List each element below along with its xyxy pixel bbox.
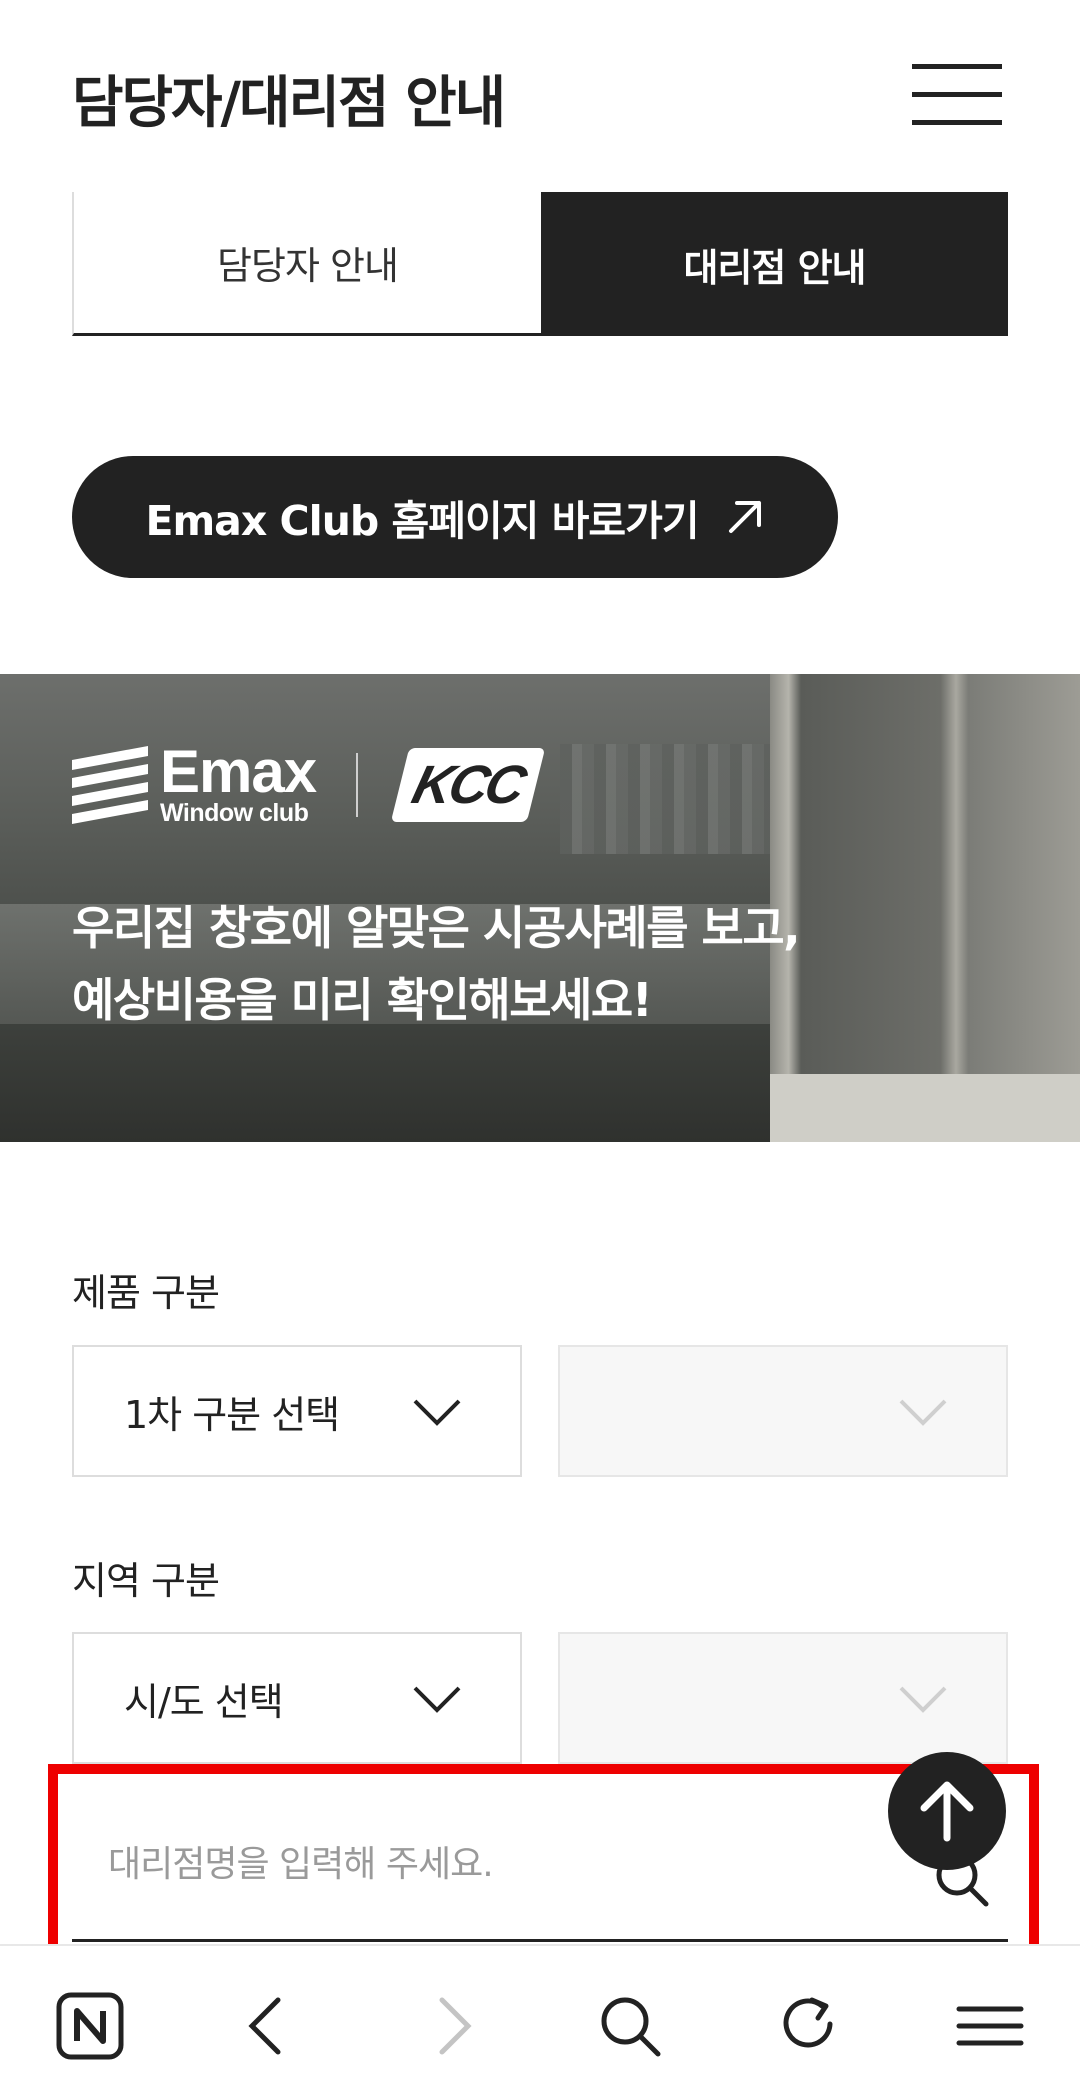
external-arrow-icon xyxy=(728,501,761,533)
emax-club-link-button[interactable]: Emax Club 홈페이지 바로가기 xyxy=(72,456,838,578)
product-filter-label: 제품 구분 xyxy=(72,1271,220,1315)
region-filter-label: 지역 구분 xyxy=(72,1559,220,1603)
window-frame-image xyxy=(770,674,1080,1142)
kcc-logo: KCC xyxy=(390,748,546,822)
brand-logos: Emax Window club KCC xyxy=(72,738,546,827)
chevron-down-icon xyxy=(899,1686,947,1713)
region-primary-select[interactable]: 시/도 선택 xyxy=(72,1632,522,1764)
arrow-up-icon xyxy=(920,1781,974,1842)
floor-image xyxy=(770,1074,1080,1142)
emax-logo-subtext: Window club xyxy=(160,799,309,827)
hamburger-menu-icon[interactable] xyxy=(912,64,1002,128)
chevron-down-icon xyxy=(899,1399,947,1426)
emax-logo-text: Emax xyxy=(160,738,317,805)
chevron-down-icon xyxy=(413,1686,461,1713)
product-primary-value: 1차 구분 선택 xyxy=(124,1392,340,1437)
emax-club-link-label: Emax Club 홈페이지 바로가기 xyxy=(145,497,699,545)
forward-icon[interactable] xyxy=(412,1986,492,2066)
emax-logo: Emax Window club xyxy=(72,738,317,827)
logo-divider xyxy=(356,753,359,817)
city-skyline-image xyxy=(560,744,770,854)
scroll-to-top-button[interactable] xyxy=(888,1752,1006,1870)
page-title: 담당자/대리점 안내 xyxy=(72,71,506,136)
refresh-icon[interactable] xyxy=(770,1986,850,2066)
banner-line-1: 우리집 창호에 알맞은 시공사례를 보고, xyxy=(72,901,801,955)
tab-dealer-info[interactable]: 대리점 안내 xyxy=(541,192,1008,336)
browser-bottom-bar xyxy=(0,1944,1080,2093)
page-header: 담당자/대리점 안내 xyxy=(0,0,1080,190)
banner-line-2: 예상비용을 미리 확인해보세요! xyxy=(72,973,653,1027)
back-icon[interactable] xyxy=(228,1986,308,2066)
product-secondary-select[interactable] xyxy=(558,1345,1008,1477)
promo-banner[interactable]: Emax Window club KCC 우리집 창호에 알맞은 시공사례를 보… xyxy=(0,674,1080,1142)
banner-headline: 우리집 창호에 알맞은 시공사례를 보고, 예상비용을 미리 확인해보세요! xyxy=(72,892,801,1036)
dealer-search-box xyxy=(72,1780,1008,1942)
chevron-down-icon xyxy=(413,1399,461,1426)
dealer-search-input[interactable] xyxy=(108,1834,868,1894)
naver-home-icon[interactable] xyxy=(50,1986,130,2066)
region-primary-value: 시/도 선택 xyxy=(124,1679,284,1724)
browser-search-icon[interactable] xyxy=(590,1986,670,2066)
emax-stripes-icon xyxy=(72,746,148,824)
tab-manager-info[interactable]: 담당자 안내 xyxy=(72,192,541,336)
product-primary-select[interactable]: 1차 구분 선택 xyxy=(72,1345,522,1477)
region-secondary-select[interactable] xyxy=(558,1632,1008,1764)
tab-bar: 담당자 안내 대리점 안내 xyxy=(72,192,1008,336)
browser-menu-icon[interactable] xyxy=(950,1986,1030,2066)
